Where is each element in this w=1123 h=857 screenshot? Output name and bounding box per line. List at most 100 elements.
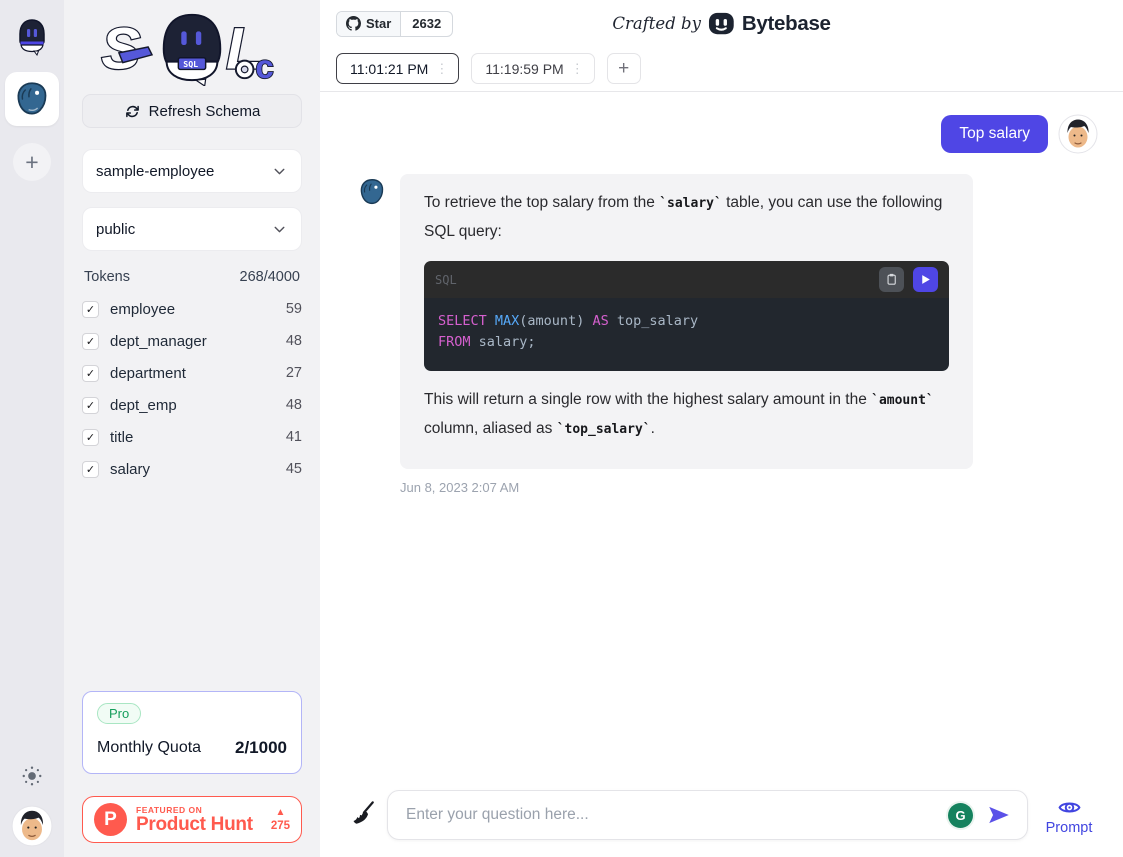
github-star-button[interactable]: Star 2632 xyxy=(336,11,453,37)
product-hunt-eyebrow: FEATURED ON xyxy=(136,805,253,815)
product-hunt-votes: ▲ 275 xyxy=(271,807,290,832)
table-token-count: 45 xyxy=(286,461,302,477)
user-message-avatar xyxy=(1058,114,1098,154)
inline-code: `top_salary` xyxy=(557,422,651,437)
product-hunt-vote-count: 275 xyxy=(271,821,290,832)
assistant-avatar xyxy=(358,178,386,206)
composer: G Prompt xyxy=(320,790,1123,857)
send-button[interactable] xyxy=(986,802,1012,828)
play-icon xyxy=(919,273,932,286)
table-token-count: 48 xyxy=(286,333,302,349)
connection-item-postgres[interactable] xyxy=(5,72,59,126)
postgres-icon xyxy=(358,178,386,206)
copy-code-button[interactable] xyxy=(879,267,904,292)
sqlchat-app: + xyxy=(0,0,1123,857)
add-connection-button[interactable]: + xyxy=(13,143,51,181)
sql-code-block: SQL xyxy=(424,261,949,371)
table-name: department xyxy=(110,365,186,382)
schema-select[interactable]: public xyxy=(82,207,302,251)
inline-code: `amount` xyxy=(871,393,934,408)
table-checkbox[interactable]: ✓ xyxy=(82,333,99,350)
table-row: ✓ department 27 xyxy=(82,357,302,389)
refresh-schema-button[interactable]: Refresh Schema xyxy=(82,94,302,128)
table-checkbox[interactable]: ✓ xyxy=(82,429,99,446)
product-hunt-logo: P xyxy=(94,803,127,836)
table-name: dept_manager xyxy=(110,333,207,350)
tab-conversation-active[interactable]: 11:01:21 PM ⋮ xyxy=(336,53,459,84)
bot-icon xyxy=(12,16,52,56)
connection-rail: + xyxy=(0,0,64,857)
star-count: 2632 xyxy=(401,12,452,36)
user-face-icon xyxy=(11,805,53,847)
table-checkbox[interactable]: ✓ xyxy=(82,365,99,382)
database-select[interactable]: sample-employee xyxy=(82,149,302,193)
table-list: ✓ employee 59 ✓ dept_manager 48 ✓ depart… xyxy=(82,293,302,485)
code-block-body: SELECT MAX(amount) AS top_salaryFROM sal… xyxy=(424,298,949,371)
pro-badge: Pro xyxy=(97,703,141,724)
grammarly-icon[interactable]: G xyxy=(948,803,973,828)
product-hunt-badge[interactable]: P FEATURED ON Product Hunt ▲ 275 xyxy=(82,796,302,843)
code-language-label: SQL xyxy=(435,273,457,287)
tab-label: 11:01:21 PM xyxy=(350,61,428,77)
code-line: FROM salary; xyxy=(438,332,935,353)
message-timestamp: Jun 8, 2023 2:07 AM xyxy=(400,480,1098,495)
code-line: SELECT MAX(amount) AS top_salary xyxy=(438,311,935,332)
theme-toggle-button[interactable] xyxy=(21,765,43,792)
tokens-row: Tokens 268/4000 xyxy=(84,269,300,285)
product-hunt-name: Product Hunt xyxy=(136,815,253,835)
question-input-wrapper: G xyxy=(387,790,1028,840)
assistant-paragraph-2: This will return a single row with the h… xyxy=(424,386,949,444)
account-avatar[interactable] xyxy=(11,805,53,847)
svg-text:SQL: SQL xyxy=(183,59,198,69)
sqlchat-bot-avatar[interactable] xyxy=(12,16,52,56)
sidebar: S SQL L c Refresh Sch xyxy=(64,0,320,857)
user-message-bubble: Top salary xyxy=(941,115,1048,153)
chevron-down-icon xyxy=(271,221,288,238)
table-row: ✓ salary 45 xyxy=(82,453,302,485)
table-checkbox[interactable]: ✓ xyxy=(82,301,99,318)
table-row: ✓ title 41 xyxy=(82,421,302,453)
bytebase-wordmark: Bytebase xyxy=(742,12,831,36)
main-header: Star 2632 Crafted by Bytebase xyxy=(320,0,1123,92)
clipboard-icon xyxy=(884,272,899,287)
crafted-by[interactable]: Crafted by Bytebase xyxy=(612,10,830,37)
postgres-icon xyxy=(14,81,50,117)
main-panel: Star 2632 Crafted by Bytebase xyxy=(320,0,1123,857)
table-name: dept_emp xyxy=(110,397,177,414)
eye-icon xyxy=(1057,795,1082,820)
table-token-count: 48 xyxy=(286,397,302,413)
plus-icon: + xyxy=(25,149,38,176)
tab-conversation-inactive[interactable]: 11:19:59 PM ⋮ xyxy=(471,53,594,84)
kebab-menu-icon[interactable]: ⋮ xyxy=(564,61,591,77)
table-name: title xyxy=(110,429,133,446)
table-checkbox[interactable]: ✓ xyxy=(82,461,99,478)
table-name: salary xyxy=(110,461,150,478)
assistant-message-bubble: To retrieve the top salary from the `sal… xyxy=(400,174,973,469)
table-name: employee xyxy=(110,301,175,318)
schema-select-value: public xyxy=(96,221,135,238)
crafted-by-label: Crafted by xyxy=(612,14,701,33)
star-label: Star xyxy=(366,16,391,31)
conversation-tabs: 11:01:21 PM ⋮ 11:19:59 PM ⋮ + xyxy=(336,53,1107,84)
table-checkbox[interactable]: ✓ xyxy=(82,397,99,414)
tokens-label: Tokens xyxy=(84,269,130,285)
run-query-button[interactable] xyxy=(913,267,938,292)
sun-icon xyxy=(21,765,43,787)
table-token-count: 27 xyxy=(286,365,302,381)
user-face-icon xyxy=(1058,114,1098,154)
sqlchat-logo: S SQL L c xyxy=(82,4,302,90)
bytebase-icon xyxy=(708,10,735,37)
code-block-header: SQL xyxy=(424,261,949,298)
refresh-icon xyxy=(124,103,141,120)
inline-code: `salary` xyxy=(659,196,722,211)
svg-text:c: c xyxy=(255,49,273,86)
assistant-paragraph-1: To retrieve the top salary from the `sal… xyxy=(424,189,949,246)
prompt-label: Prompt xyxy=(1046,820,1093,836)
question-input[interactable] xyxy=(404,805,935,825)
tokens-value: 268/4000 xyxy=(240,269,300,285)
plus-icon: + xyxy=(618,58,629,80)
prompt-button[interactable]: Prompt xyxy=(1041,795,1097,836)
new-conversation-button[interactable]: + xyxy=(607,53,641,84)
kebab-menu-icon[interactable]: ⋮ xyxy=(428,61,455,77)
clear-conversation-button[interactable] xyxy=(350,800,376,828)
